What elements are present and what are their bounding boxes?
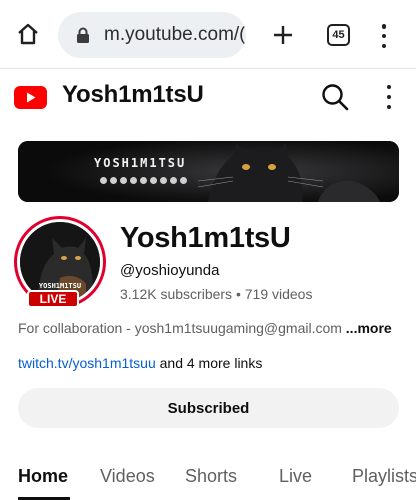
channel-links: twitch.tv/yosh1m1tsuu and 4 more links (18, 355, 262, 371)
youtube-logo-icon[interactable] (14, 86, 47, 109)
channel-description[interactable]: For collaboration - yosh1m1tsuugaming@gm… (18, 320, 392, 336)
tab-count: 45 (332, 29, 345, 41)
channel-stats: 3.12K subscribers • 719 videos (120, 286, 312, 302)
channel-handle: @yoshioyunda (120, 262, 220, 279)
tab-live[interactable]: Live (279, 466, 312, 487)
browser-toolbar: m.youtube.com/( 45 (0, 0, 416, 68)
live-badge[interactable]: LIVE (27, 290, 79, 308)
browser-menu-icon[interactable] (374, 22, 394, 50)
channel-banner: YOSH1M1TSU (18, 141, 399, 202)
channel-tabs: Home Videos Shorts Live Playlists (0, 458, 416, 500)
search-icon[interactable] (320, 82, 350, 112)
address-bar[interactable]: m.youtube.com/( (58, 12, 246, 58)
tab-playlists[interactable]: Playlists (352, 466, 416, 487)
tab-home[interactable]: Home (18, 466, 68, 487)
more-link[interactable]: ...more (346, 320, 392, 336)
header-title: Yosh1m1tsU (62, 81, 204, 108)
video-count: 719 videos (244, 286, 313, 302)
avatar-text: YOSH1M1TSU (38, 282, 82, 290)
subscribe-button[interactable]: Subscribed (18, 388, 399, 428)
new-tab-icon[interactable] (268, 20, 298, 50)
home-icon[interactable] (14, 20, 42, 48)
twitch-link[interactable]: twitch.tv/yosh1m1tsuu (18, 355, 156, 371)
url-text: m.youtube.com/( (104, 24, 246, 45)
banner-social-icons (100, 177, 187, 184)
more-links[interactable]: and 4 more links (156, 355, 263, 371)
youtube-header: Yosh1m1tsU (0, 68, 416, 124)
tab-switcher-button[interactable]: 45 (327, 24, 350, 46)
description-text: For collaboration - yosh1m1tsuugaming@gm… (18, 320, 346, 336)
subscriber-count: 3.12K subscribers (120, 286, 233, 302)
banner-cat-art (18, 141, 399, 202)
stats-separator: • (232, 286, 245, 302)
tab-shorts[interactable]: Shorts (185, 466, 237, 487)
more-options-icon[interactable] (384, 85, 394, 109)
tab-videos[interactable]: Videos (100, 466, 155, 487)
channel-name: Yosh1m1tsU (120, 222, 291, 254)
lock-icon (74, 26, 92, 44)
banner-channel-name: YOSH1M1TSU (94, 156, 187, 170)
